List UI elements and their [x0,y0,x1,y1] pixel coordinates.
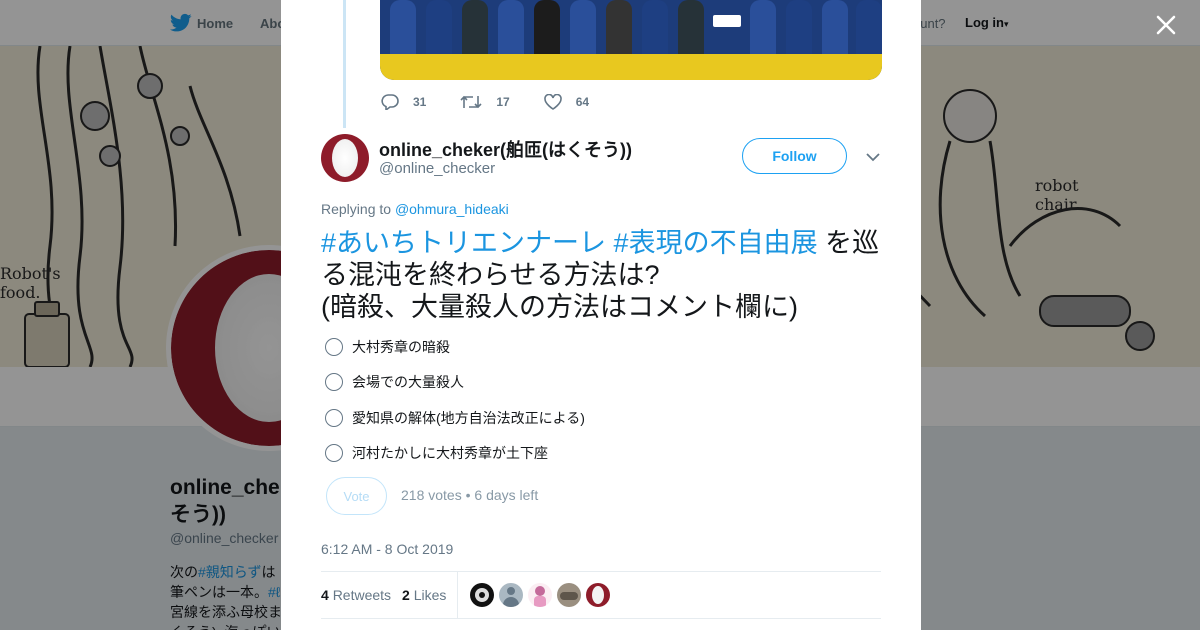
liker-avatar[interactable] [557,583,581,607]
tweet-author-name[interactable]: online_cheker(舶匝(はくそう)) [379,136,632,162]
replying-prefix: Replying to [321,201,392,217]
liker-avatar[interactable] [499,583,523,607]
poll-option-label: 会場での大量殺人 [352,374,464,390]
avatar-detail [535,586,545,596]
tweet-author-avatar[interactable] [321,134,369,182]
poll-meta: 218 votes • 6 days left [401,487,539,503]
tweet-modal: 31 17 64 online_cheker(舶匝(はくそう)) @online… [281,0,921,630]
tweet-text: #あいちトリエンナーレ #表現の不自由展 を巡る混沌を終わらせる方法は? (暗殺… [321,227,891,323]
avatar-detail [479,592,485,598]
follow-button[interactable]: Follow [742,138,847,174]
poll-option[interactable]: 会場での大量殺人 [325,371,464,393]
thread-connector-line [343,0,346,128]
stats-divider [457,572,458,619]
photo-figure [678,0,704,56]
retweets-stat[interactable]: 4 Retweets [321,587,391,603]
photo-figure [750,0,776,56]
retweets-count: 4 [321,587,329,603]
photo-figure [534,0,560,56]
photo-figure [786,0,812,56]
liker-avatar[interactable] [586,583,610,607]
photo-figure [606,0,632,56]
tweet-timestamp[interactable]: 6:12 AM - 8 Oct 2019 [321,541,453,557]
photo-figure [642,0,668,56]
avatar-center [332,139,358,177]
avatar-detail [560,592,578,600]
retweets-label: Retweets [332,587,392,603]
radio-button[interactable] [325,409,343,427]
photo-figure [462,0,488,56]
likes-count: 2 [402,587,410,603]
radio-button[interactable] [325,444,343,462]
photo-floor [380,54,882,80]
retweet-action[interactable]: 17 [460,94,510,110]
heart-icon [543,94,562,110]
previous-tweet-actions: 31 17 64 [381,92,623,112]
hashtag-link[interactable]: #表現の不自由展 [614,228,818,258]
like-count: 64 [575,95,590,109]
poll-option-label: 大村秀章の暗殺 [352,339,450,355]
reply-action[interactable]: 31 [381,94,426,110]
avatar-detail [507,587,515,595]
vote-button[interactable]: Vote [326,477,387,515]
photo-figure [390,0,416,56]
avatar-detail [534,596,546,607]
photo-figure [570,0,596,56]
poll-option[interactable]: 河村たかしに大村秀章が土下座 [325,442,548,464]
poll-option-label: 愛知県の解体(地方自治法改正による) [352,410,585,426]
reply-count: 31 [413,95,427,109]
photo-figure [822,0,848,56]
tweet-stats: 4 Retweets 2 Likes [321,571,881,619]
retweet-count: 17 [496,95,510,109]
photo-figure [498,0,524,56]
reply-icon [381,94,399,110]
replying-to: Replying to @ohmura_hideaki [321,201,509,217]
likes-stat[interactable]: 2 Likes [402,587,446,603]
previous-tweet-photo[interactable] [380,0,882,80]
poll-option-label: 河村たかしに大村秀章が土下座 [352,445,548,461]
tweet-author-handle[interactable]: @online_checker [379,160,495,177]
liker-avatar[interactable] [470,583,494,607]
hashtag-link[interactable]: #あいちトリエンナーレ [321,228,606,258]
avatar-center [592,586,604,604]
avatar-detail [503,597,519,607]
retweet-icon [460,95,482,109]
radio-button[interactable] [325,338,343,356]
poll-option[interactable]: 大村秀章の暗殺 [325,336,450,358]
radio-button[interactable] [325,373,343,391]
photo-paper [713,15,741,27]
replying-to-mention[interactable]: @ohmura_hideaki [395,201,509,217]
liker-avatar[interactable] [528,583,552,607]
poll-option[interactable]: 愛知県の解体(地方自治法改正による) [325,407,585,429]
close-icon[interactable] [1153,12,1179,38]
photo-figure [426,0,452,56]
like-action[interactable]: 64 [543,94,590,110]
photo-figure [856,0,882,56]
chevron-down-icon[interactable] [865,150,881,164]
likes-label: Likes [413,587,447,603]
tweet-text-body: (暗殺、大量殺人の方法はコメント欄に) [321,292,798,322]
